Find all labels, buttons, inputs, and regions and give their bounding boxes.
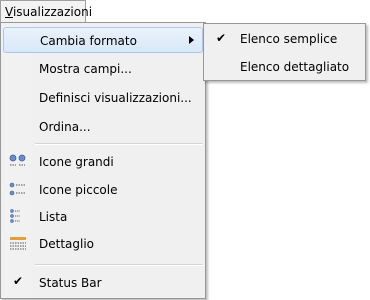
cambia-formato-submenu: ✔ Elenco semplice Elenco dettagliato <box>203 23 366 81</box>
menu-title-accelerator: V <box>5 5 13 19</box>
menu-item-label: Status Bar <box>39 276 102 290</box>
menu-bar: Visualizzazioni <box>0 0 370 24</box>
checkmark-icon: ✔ <box>13 274 24 288</box>
small-icons-icon <box>9 182 25 196</box>
submenu-arrow-icon <box>189 36 194 44</box>
menu-title-text: isualizzazioni <box>12 5 93 19</box>
menu-item-label: Definisci visualizzazioni... <box>39 91 192 105</box>
menu-item-icone-grandi[interactable]: Icone grandi <box>3 149 203 175</box>
menu-separator <box>35 264 203 266</box>
menu-item-cambia-formato[interactable]: Cambia formato <box>3 27 203 53</box>
menu-item-status-bar[interactable]: ✔ Status Bar <box>3 270 203 296</box>
menu-item-label: Icone piccole <box>39 183 118 197</box>
menu-item-label: Ordina... <box>39 120 91 134</box>
checkmark-icon: ✔ <box>216 31 227 45</box>
menu-item-definisci-visualizzazioni[interactable]: Definisci visualizzazioni... <box>3 85 203 111</box>
menu-separator <box>35 143 203 145</box>
menu-visualizzazioni[interactable]: Visualizzazioni <box>0 0 92 22</box>
details-view-icon <box>10 237 26 250</box>
menu-item-label: Lista <box>39 210 68 224</box>
menu-item-ordina[interactable]: Ordina... <box>3 114 203 140</box>
large-icons-icon <box>9 154 26 166</box>
menu-item-label: Icone grandi <box>39 155 114 169</box>
menu-item-icone-piccole[interactable]: Icone piccole <box>3 177 203 203</box>
visualizzazioni-dropdown: Cambia formato Mostra campi... Definisci… <box>0 22 206 299</box>
submenu-item-label: Elenco dettagliato <box>240 60 350 74</box>
menu-item-dettaglio[interactable]: Dettaglio <box>3 231 203 257</box>
submenu-item-elenco-semplice[interactable]: ✔ Elenco semplice <box>206 27 363 51</box>
list-view-icon <box>10 209 20 223</box>
menu-item-label: Dettaglio <box>39 237 95 251</box>
submenu-item-elenco-dettagliato[interactable]: Elenco dettagliato <box>206 55 363 79</box>
submenu-item-label: Elenco semplice <box>240 32 338 46</box>
menu-item-mostra-campi[interactable]: Mostra campi... <box>3 56 203 82</box>
menu-item-label: Mostra campi... <box>39 62 132 76</box>
menu-item-lista[interactable]: Lista <box>3 204 203 230</box>
menu-item-label: Cambia formato <box>40 34 137 48</box>
